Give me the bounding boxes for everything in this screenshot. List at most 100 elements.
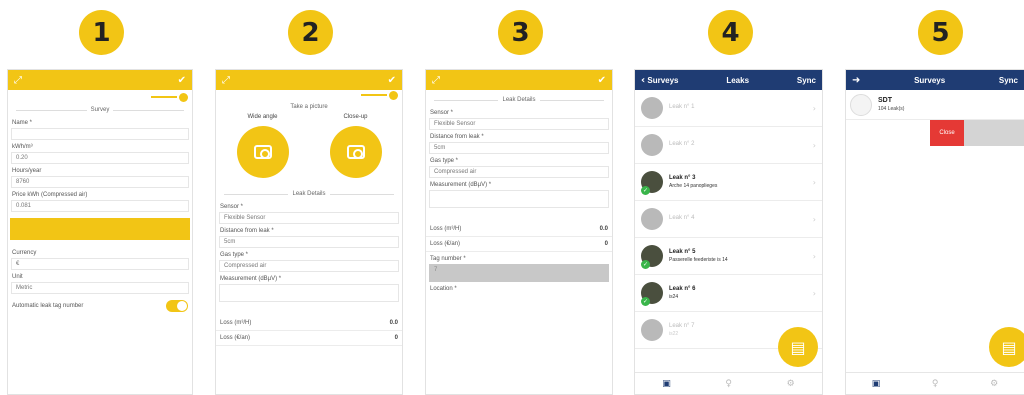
kwh-field[interactable]: 0.20 bbox=[11, 152, 189, 164]
hours-field[interactable]: 8760 bbox=[11, 176, 189, 188]
chevron-right-icon: › bbox=[812, 214, 816, 224]
wide-angle-option: Wide angle bbox=[236, 114, 289, 178]
leak-thumbnail bbox=[641, 319, 663, 341]
name-field[interactable] bbox=[11, 128, 189, 140]
loss-eur-row: Loss (€/an) 0 bbox=[426, 237, 612, 252]
leak-row[interactable]: ✓ Leak n° 5 Passerelle feederiste is 14 › bbox=[635, 238, 822, 275]
camera-icon bbox=[253, 145, 272, 159]
leak-row[interactable]: ✓ Leak n° 3 Arche 14 panoplieges › bbox=[635, 164, 822, 201]
name-label: Name * bbox=[12, 120, 33, 126]
nav-title: Leaks bbox=[726, 75, 750, 85]
chevron-right-icon: › bbox=[812, 177, 816, 187]
bulb-icon: ♀ bbox=[725, 378, 732, 389]
tag-number-field[interactable]: 7 bbox=[429, 264, 609, 282]
gas-type-field[interactable]: Compressed air bbox=[429, 166, 609, 178]
leak-thumbnail bbox=[641, 134, 663, 156]
unit-label: Unit bbox=[12, 274, 23, 280]
nav-title: Surveys bbox=[914, 75, 946, 85]
tab-surveys[interactable]: ▣ bbox=[872, 379, 881, 389]
sync-button[interactable]: Sync bbox=[999, 76, 1018, 85]
document-icon: ▤ bbox=[1001, 337, 1017, 357]
tab-surveys[interactable]: ▣ bbox=[662, 379, 671, 389]
step-badge-4: 4 bbox=[708, 10, 753, 55]
loss-eur-value: 0 bbox=[394, 335, 398, 341]
step-badge-1: 1 bbox=[79, 10, 124, 55]
add-survey-button[interactable]: ▤ bbox=[989, 327, 1024, 367]
close-up-option: Close-up bbox=[329, 114, 382, 178]
distance-field[interactable]: 5cm bbox=[219, 236, 399, 248]
tag-number-label: Tag number * bbox=[430, 256, 466, 262]
tab-settings[interactable]: ⚙ bbox=[787, 379, 795, 389]
gas-type-label: Gas type * bbox=[220, 252, 249, 258]
location-label: Location * bbox=[430, 286, 457, 292]
measurement-field[interactable] bbox=[219, 284, 399, 302]
back-button[interactable]: ‹ Surveys bbox=[641, 75, 679, 86]
nav-bar: ‹ Surveys Leaks Sync bbox=[635, 70, 822, 90]
camera-wide-button[interactable] bbox=[236, 126, 289, 178]
survey-leak-count: 104 Leak(s) bbox=[878, 106, 905, 112]
logout-icon[interactable]: ➜ bbox=[852, 75, 860, 86]
chevron-right-icon: › bbox=[812, 140, 816, 150]
unit-field[interactable]: Metric bbox=[11, 282, 189, 294]
tab-tips[interactable]: ♀ bbox=[932, 379, 939, 389]
camera-icon bbox=[346, 145, 365, 159]
close-survey-button[interactable]: Close bbox=[930, 120, 964, 146]
sensor-field[interactable]: Flexible Sensor bbox=[429, 118, 609, 130]
auto-tag-label: Automatic leak tag number bbox=[12, 303, 84, 309]
loss-m3-row: Loss (m³/H) 0.0 bbox=[216, 316, 402, 331]
check-icon[interactable]: ✔ bbox=[598, 75, 606, 86]
leak-thumbnail bbox=[641, 208, 663, 230]
leak-row[interactable]: Leak n° 1 › bbox=[635, 90, 822, 127]
distance-label: Distance from leak * bbox=[430, 134, 484, 140]
expand-icon[interactable]: ⤢ bbox=[222, 75, 230, 86]
camera-closeup-button[interactable] bbox=[329, 126, 382, 178]
section-header-leak-details: Leak Details bbox=[426, 94, 612, 106]
loss-eur-label: Loss (€/an) bbox=[430, 241, 461, 247]
chevron-right-icon: › bbox=[812, 288, 816, 298]
yellow-action-button[interactable] bbox=[10, 218, 190, 240]
tab-bar: ▣ ♀ ⚙ bbox=[635, 372, 822, 394]
tab-settings[interactable]: ⚙ bbox=[990, 379, 998, 389]
measurement-field[interactable] bbox=[429, 190, 609, 208]
leak-row[interactable]: Leak n° 2 › bbox=[635, 127, 822, 164]
sensor-field[interactable]: Flexible Sensor bbox=[219, 212, 399, 224]
check-icon: ✓ bbox=[641, 186, 650, 195]
loss-m3-label: Loss (m³/H) bbox=[430, 226, 462, 232]
surveys-icon: ▣ bbox=[871, 378, 881, 389]
survey-row[interactable]: SDT 104 Leak(s) bbox=[846, 90, 1024, 120]
gas-type-field[interactable]: Compressed air bbox=[219, 260, 399, 272]
screen-survey-form: ⤢ ✔ Survey Name * kWh/m³ 0.20 Hours/year… bbox=[7, 69, 193, 395]
check-icon[interactable]: ✔ bbox=[178, 75, 186, 86]
bulb-icon: ♀ bbox=[931, 378, 939, 389]
currency-field[interactable]: € bbox=[11, 258, 189, 270]
section-header-leak-details: Leak Details bbox=[216, 188, 402, 200]
auto-tag-toggle[interactable] bbox=[166, 300, 188, 312]
price-label: Price kWh (Compressed air) bbox=[12, 192, 88, 198]
distance-field[interactable]: 5cm bbox=[429, 142, 609, 154]
location-field[interactable] bbox=[429, 294, 609, 306]
leak-row[interactable]: ✓ Leak n° 6 is24 › bbox=[635, 275, 822, 312]
take-picture-title: Take a picture bbox=[290, 104, 328, 110]
screen-take-picture: ⤢ ✔ Take a picture Wide angle Close-up L… bbox=[215, 69, 403, 395]
price-field[interactable]: 0.081 bbox=[11, 200, 189, 212]
check-icon[interactable]: ✔ bbox=[388, 75, 396, 86]
survey-title: SDT bbox=[878, 97, 892, 104]
add-leak-button[interactable]: ▤ bbox=[778, 327, 818, 367]
currency-label: Currency bbox=[12, 250, 37, 256]
top-bar: ⤢ ✔ bbox=[216, 70, 402, 90]
chevron-right-icon: › bbox=[812, 103, 816, 113]
screen-surveys-list: ➜ Surveys Sync SDT 104 Leak(s) Close ▤ ▣… bbox=[845, 69, 1024, 395]
sync-button[interactable]: Sync bbox=[797, 76, 816, 85]
secondary-action-button[interactable] bbox=[964, 120, 1024, 146]
top-bar: ⤢ ✔ bbox=[426, 70, 612, 90]
distance-label: Distance from leak * bbox=[220, 228, 274, 234]
step-badge-3: 3 bbox=[498, 10, 543, 55]
expand-icon[interactable]: ⤢ bbox=[14, 75, 22, 86]
section-header-survey: Survey bbox=[8, 104, 192, 116]
wide-angle-label: Wide angle bbox=[247, 114, 278, 120]
document-icon: ▤ bbox=[790, 337, 806, 357]
expand-icon[interactable]: ⤢ bbox=[432, 75, 440, 86]
leak-row[interactable]: Leak n° 4 › bbox=[635, 201, 822, 238]
gas-type-label: Gas type * bbox=[430, 158, 459, 164]
tab-tips[interactable]: ♀ bbox=[725, 379, 732, 389]
